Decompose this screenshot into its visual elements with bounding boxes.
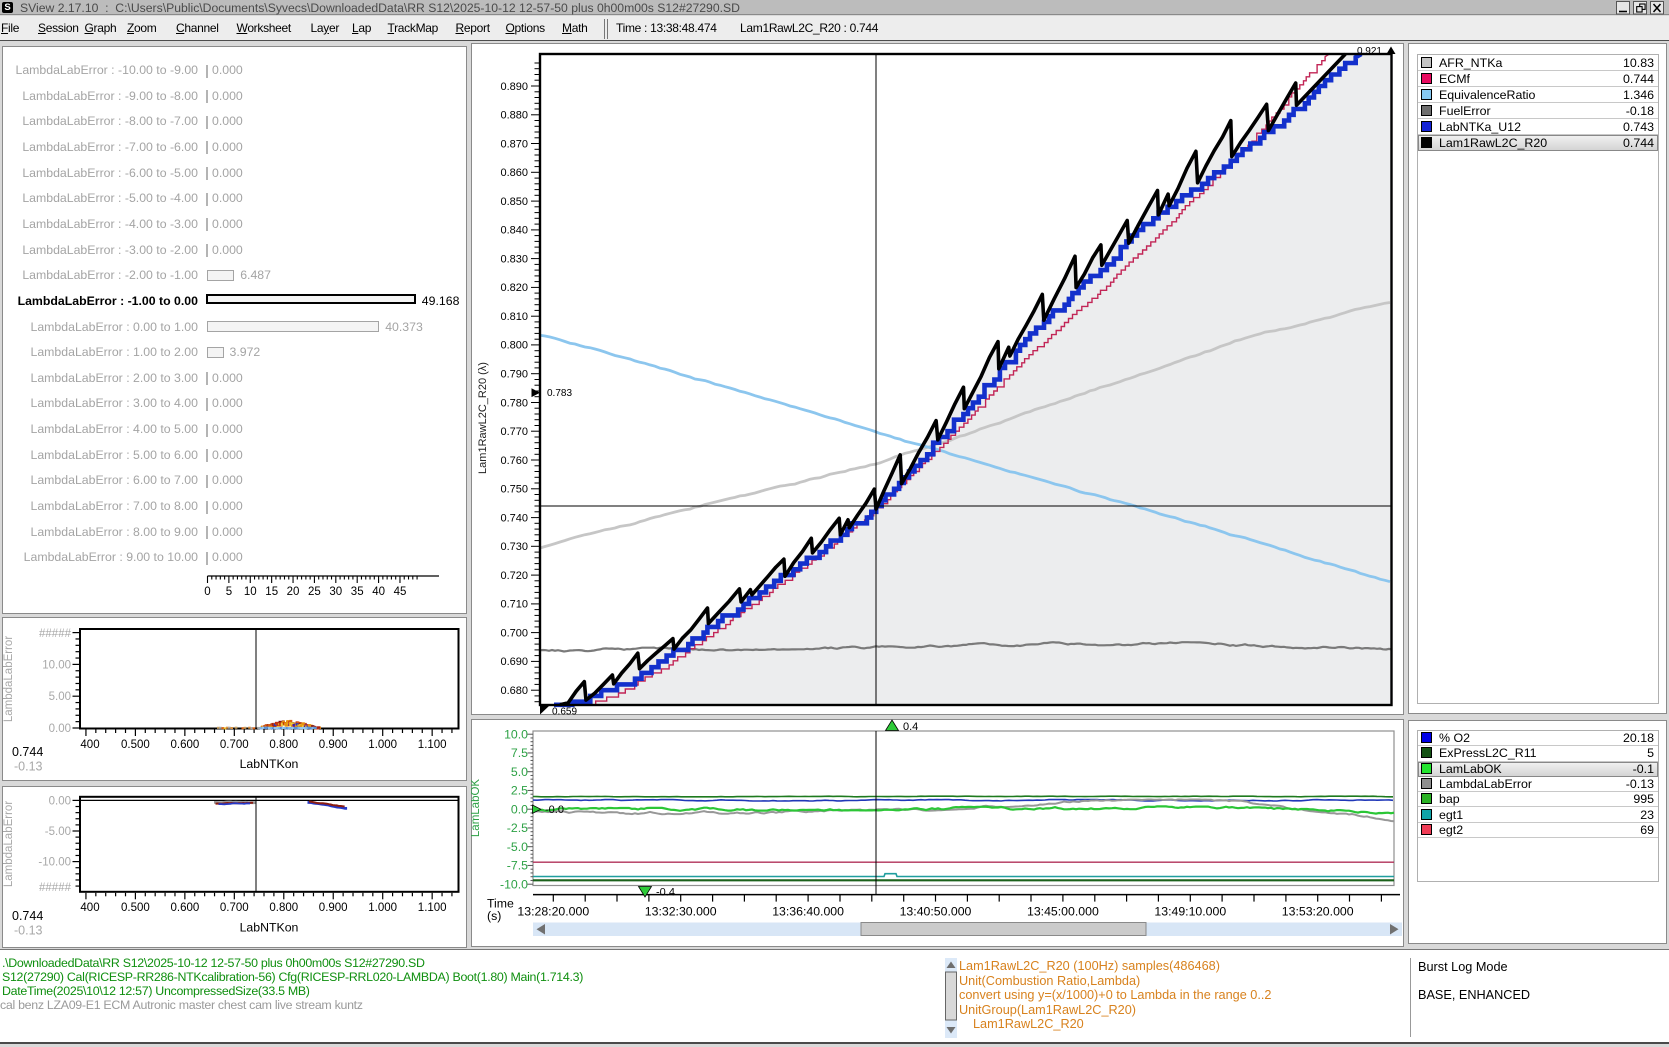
svg-text:0.830: 0.830 xyxy=(500,253,528,265)
svg-text:20: 20 xyxy=(287,586,300,598)
svg-text:0.860: 0.860 xyxy=(500,167,528,179)
svg-text:13:28:20.000: 13:28:20.000 xyxy=(517,905,589,919)
svg-text:15: 15 xyxy=(265,586,278,598)
svg-text:0.600: 0.600 xyxy=(171,902,200,914)
svg-text:10: 10 xyxy=(244,586,257,598)
svg-text:0.840: 0.840 xyxy=(500,225,528,237)
svg-text:0.700: 0.700 xyxy=(220,739,249,751)
svg-text:LabNTKon: LabNTKon xyxy=(240,921,299,935)
svg-text:35: 35 xyxy=(351,586,364,598)
svg-text:0.900: 0.900 xyxy=(319,902,348,914)
svg-text:-0.13: -0.13 xyxy=(14,760,43,774)
svg-text:0.710: 0.710 xyxy=(500,599,528,611)
svg-text:0.800: 0.800 xyxy=(269,902,298,914)
svg-text:1.000: 1.000 xyxy=(368,739,397,751)
svg-text:0.740: 0.740 xyxy=(500,512,528,524)
svg-text:0.680: 0.680 xyxy=(500,685,528,697)
svg-text:Lam1RawL2C_R20 (λ): Lam1RawL2C_R20 (λ) xyxy=(477,362,489,474)
svg-text:2.5: 2.5 xyxy=(511,784,528,798)
svg-text:5.00: 5.00 xyxy=(49,691,71,703)
svg-text:0.730: 0.730 xyxy=(500,541,528,553)
svg-text:400: 400 xyxy=(80,739,99,751)
svg-text:#####: ##### xyxy=(39,882,72,894)
svg-text:0.744: 0.744 xyxy=(12,745,43,759)
svg-text:-0.0: -0.0 xyxy=(545,804,564,816)
svg-text:40: 40 xyxy=(372,586,385,598)
svg-text:-0.13: -0.13 xyxy=(14,924,43,938)
svg-text:0.760: 0.760 xyxy=(500,455,528,467)
svg-text:LambdaLabError: LambdaLabError xyxy=(3,801,15,887)
svg-text:0.870: 0.870 xyxy=(500,138,528,150)
svg-text:-5.0: -5.0 xyxy=(507,840,528,854)
svg-text:0.700: 0.700 xyxy=(500,627,528,639)
svg-text:0.783: 0.783 xyxy=(547,388,572,399)
svg-text:-7.5: -7.5 xyxy=(507,859,528,873)
svg-text:-10.0: -10.0 xyxy=(500,877,528,891)
svg-text:0.921: 0.921 xyxy=(1357,46,1382,57)
svg-text:13:49:10.000: 13:49:10.000 xyxy=(1154,905,1226,919)
svg-text:0.850: 0.850 xyxy=(500,196,528,208)
svg-text:0.890: 0.890 xyxy=(500,81,528,93)
svg-text:0.880: 0.880 xyxy=(500,110,528,122)
svg-text:(s): (s) xyxy=(487,909,501,923)
svg-text:0.720: 0.720 xyxy=(500,570,528,582)
svg-text:1.100: 1.100 xyxy=(418,739,447,751)
svg-text:7.5: 7.5 xyxy=(511,746,528,760)
svg-text:13:36:40.000: 13:36:40.000 xyxy=(772,905,844,919)
svg-text:30: 30 xyxy=(329,586,342,598)
svg-text:0.820: 0.820 xyxy=(500,282,528,294)
svg-text:0.4: 0.4 xyxy=(903,721,918,733)
svg-text:13:53:20.000: 13:53:20.000 xyxy=(1282,905,1354,919)
svg-text:-0.4: -0.4 xyxy=(656,887,675,899)
svg-text:1.100: 1.100 xyxy=(418,902,447,914)
svg-text:LamLabOK: LamLabOK xyxy=(471,779,482,838)
svg-text:400: 400 xyxy=(80,902,99,914)
svg-text:0.690: 0.690 xyxy=(500,656,528,668)
svg-text:25: 25 xyxy=(308,586,321,598)
svg-text:LabNTKon: LabNTKon xyxy=(240,757,299,771)
svg-text:13:32:30.000: 13:32:30.000 xyxy=(645,905,717,919)
svg-text:0.770: 0.770 xyxy=(500,426,528,438)
svg-text:0.0: 0.0 xyxy=(511,802,528,816)
svg-text:-5.00: -5.00 xyxy=(45,826,71,838)
svg-text:0.00: 0.00 xyxy=(49,795,71,807)
svg-text:0.900: 0.900 xyxy=(319,739,348,751)
svg-text:0.600: 0.600 xyxy=(171,739,200,751)
svg-text:0.750: 0.750 xyxy=(500,484,528,496)
svg-text:0.810: 0.810 xyxy=(500,311,528,323)
svg-text:0.700: 0.700 xyxy=(220,902,249,914)
svg-text:#####: ##### xyxy=(39,628,72,640)
svg-text:0.659: 0.659 xyxy=(552,707,577,716)
svg-text:0: 0 xyxy=(204,586,210,598)
svg-text:10.00: 10.00 xyxy=(42,659,71,671)
svg-text:LambdaLabError: LambdaLabError xyxy=(3,636,15,722)
svg-text:1.000: 1.000 xyxy=(368,902,397,914)
svg-text:5: 5 xyxy=(226,586,232,598)
svg-text:5.0: 5.0 xyxy=(511,765,528,779)
svg-text:0.800: 0.800 xyxy=(269,739,298,751)
svg-text:0.500: 0.500 xyxy=(121,739,150,751)
svg-text:0.00: 0.00 xyxy=(49,723,71,735)
svg-text:-10.00: -10.00 xyxy=(38,857,71,869)
svg-text:13:40:50.000: 13:40:50.000 xyxy=(900,905,972,919)
svg-text:0.500: 0.500 xyxy=(121,902,150,914)
svg-text:0.800: 0.800 xyxy=(500,340,528,352)
svg-text:0.744: 0.744 xyxy=(12,909,43,923)
svg-text:0.780: 0.780 xyxy=(500,397,528,409)
svg-text:0.790: 0.790 xyxy=(500,369,528,381)
svg-text:45: 45 xyxy=(394,586,407,598)
svg-text:13:45:00.000: 13:45:00.000 xyxy=(1027,905,1099,919)
svg-text:10.0: 10.0 xyxy=(504,727,528,741)
svg-text:-2.5: -2.5 xyxy=(507,821,528,835)
